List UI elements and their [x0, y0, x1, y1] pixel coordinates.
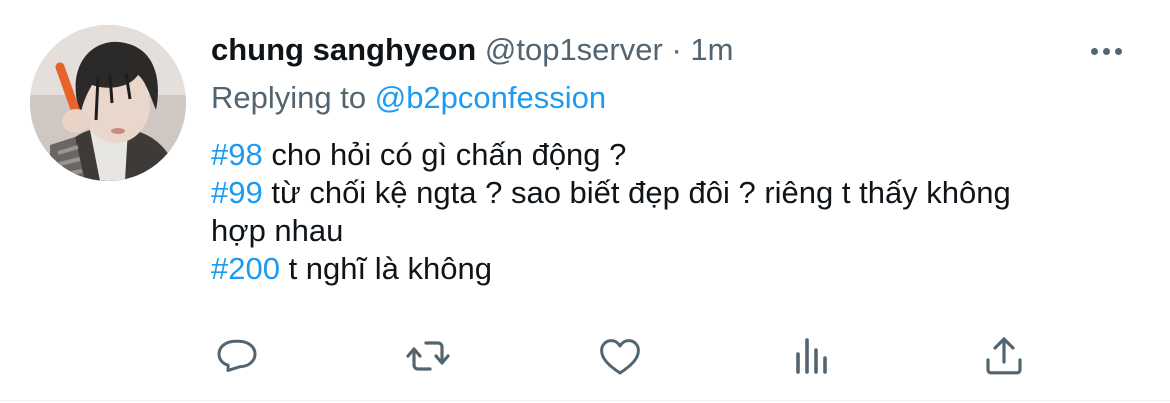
line-text: t nghĩ là không [279, 251, 492, 286]
tweet-line: #99 từ chối kệ ngta ? sao biết đẹp đôi ?… [211, 174, 1141, 212]
line-text: cho hỏi có gì chấn động ? [262, 137, 627, 172]
heart-icon [600, 339, 640, 375]
tweet[interactable]: chung sanghyeon @top1server · 1m Replyin… [0, 0, 1170, 403]
tweet-line: #200 t nghĩ là không [211, 250, 1141, 288]
retweet-icon [406, 341, 450, 371]
reply-bubble-icon [217, 339, 257, 372]
tweet-text: #98 cho hỏi có gì chấn động ? #99 từ chố… [211, 136, 1141, 288]
replying-prefix: Replying to [211, 80, 367, 115]
author-name[interactable]: chung sanghyeon [211, 32, 476, 67]
tweet-header: chung sanghyeon @top1server · 1m [211, 30, 733, 70]
analytics-bars-icon [796, 338, 827, 374]
replying-to: Replying to @b2pconfession [211, 78, 606, 118]
tweet-line: hợp nhau [211, 212, 1141, 250]
author-handle[interactable]: @top1server [485, 32, 663, 67]
hashtag-link[interactable]: #200 [211, 251, 280, 286]
more-horizontal-icon [1090, 47, 1098, 55]
line-text: từ chối kệ ngta ? sao biết đẹp đôi ? riê… [262, 175, 1011, 210]
separator-dot: · [671, 32, 682, 67]
like-button[interactable] [594, 330, 646, 382]
retweet-button[interactable] [402, 330, 454, 382]
more-options-button[interactable] [1086, 36, 1126, 66]
avatar[interactable] [30, 25, 186, 181]
reply-button[interactable] [211, 330, 263, 382]
share-upload-icon [986, 337, 1022, 375]
hashtag-link[interactable]: #99 [211, 175, 263, 210]
tweet-line: #98 cho hỏi có gì chấn động ? [211, 136, 1141, 174]
divider [0, 400, 1170, 401]
timestamp[interactable]: 1m [690, 32, 733, 67]
share-button[interactable] [978, 330, 1030, 382]
tweet-actions [0, 322, 1170, 388]
replying-mention-link[interactable]: @b2pconfession [375, 80, 606, 115]
line-text: hợp nhau [211, 213, 344, 248]
hashtag-link[interactable]: #98 [211, 137, 263, 172]
analytics-button[interactable] [786, 330, 838, 382]
